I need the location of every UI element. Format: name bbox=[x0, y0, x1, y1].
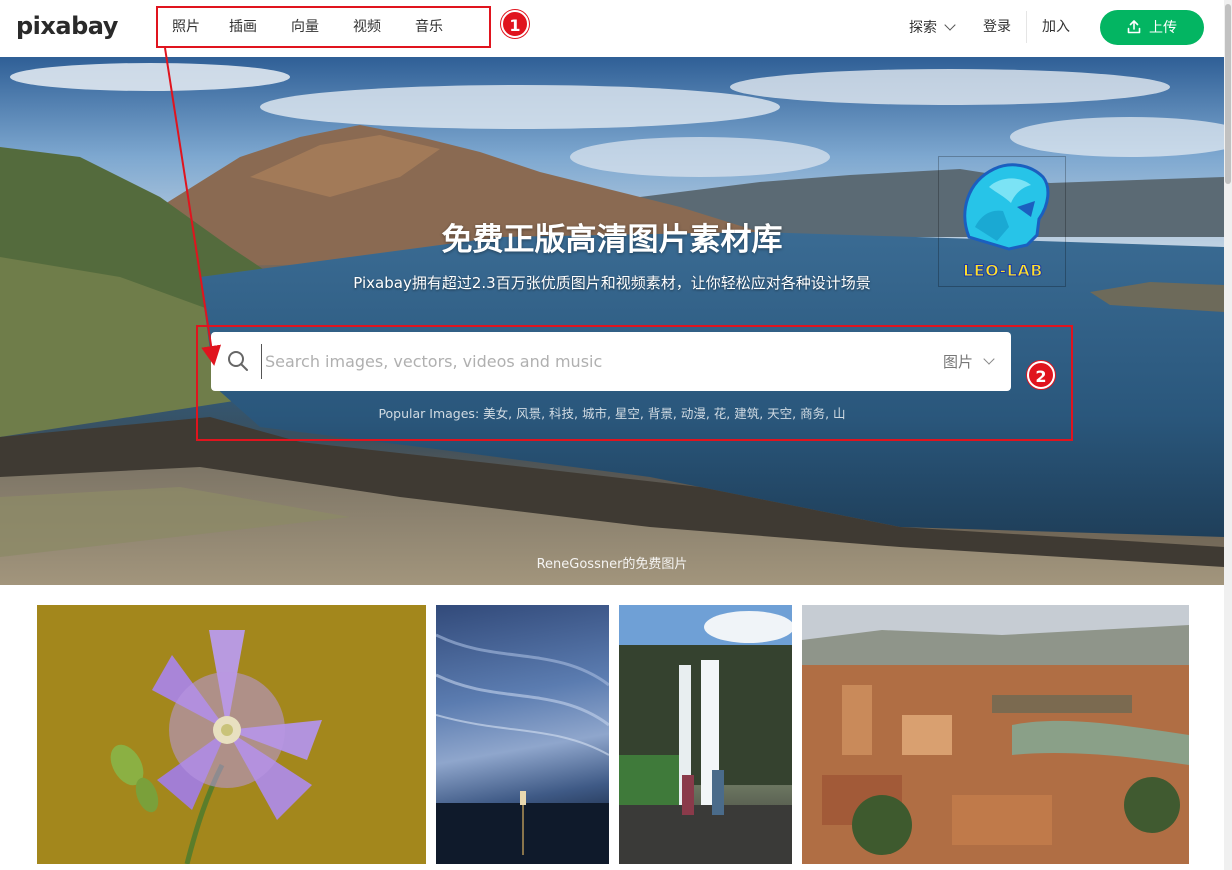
top-header: pixabay 照片 插画 向量 视频 音乐 探索 登录 加入 上传 bbox=[0, 0, 1232, 57]
gallery-image-night-sky[interactable] bbox=[436, 605, 609, 864]
nav-illustrations[interactable]: 插画 bbox=[212, 8, 274, 46]
night-sky-image bbox=[436, 633, 609, 864]
hero-title: 免费正版高清图片素材库 bbox=[441, 222, 783, 258]
popular-terms[interactable]: 美女, 风景, 科技, 城市, 星空, 背景, 动漫, 花, 建筑, 天空, 商… bbox=[483, 406, 845, 421]
upload-icon bbox=[1127, 20, 1141, 34]
hero-banner: LEO-LAB 免费正版高清图片素材库 Pixabay拥有超过2.3百万张优质图… bbox=[0, 57, 1224, 585]
account-nav: 探索 登录 加入 上传 bbox=[895, 9, 1204, 45]
upload-label: 上传 bbox=[1149, 20, 1177, 36]
nav-photos[interactable]: 照片 bbox=[160, 8, 212, 46]
page-scrollbar[interactable] bbox=[1224, 0, 1232, 870]
nav-music[interactable]: 音乐 bbox=[398, 8, 460, 46]
search-input[interactable] bbox=[261, 344, 921, 379]
search-bar: 图片 bbox=[211, 332, 1011, 391]
pixabay-logo[interactable]: pixabay bbox=[16, 12, 118, 40]
nav-videos[interactable]: 视频 bbox=[336, 8, 398, 46]
popular-searches: Popular Images: 美女, 风景, 科技, 城市, 星空, 背景, … bbox=[0, 403, 1224, 422]
nav-vectors[interactable]: 向量 bbox=[274, 8, 336, 46]
popular-label: Popular Images: bbox=[378, 406, 480, 421]
login-link[interactable]: 登录 bbox=[968, 9, 1026, 45]
join-link[interactable]: 加入 bbox=[1027, 9, 1085, 45]
photo-credit[interactable]: ReneGossner的免费图片 bbox=[0, 553, 1224, 572]
chevron-down-icon bbox=[944, 18, 956, 31]
chevron-down-icon bbox=[983, 353, 995, 365]
upload-button[interactable]: 上传 bbox=[1100, 9, 1204, 45]
waterfall-image bbox=[619, 605, 792, 864]
landscape-background bbox=[0, 57, 1224, 585]
explore-label: 探索 bbox=[909, 20, 937, 36]
search-icon[interactable] bbox=[227, 350, 249, 372]
gallery-image-flower[interactable] bbox=[37, 605, 426, 864]
hero-subtitle: Pixabay拥有超过2.3百万张优质图片和视频素材，让你轻松应对各种设计场景 bbox=[353, 274, 871, 292]
main-nav: 照片 插画 向量 视频 音乐 bbox=[160, 8, 460, 46]
media-type-select[interactable]: 图片 bbox=[942, 351, 995, 372]
gallery-image-waterfall[interactable] bbox=[619, 605, 792, 864]
explore-menu[interactable]: 探索 bbox=[895, 17, 968, 37]
scrollbar-thumb[interactable] bbox=[1225, 4, 1231, 184]
media-type-value: 图片 bbox=[942, 353, 973, 371]
annotation-badge-1: 1 bbox=[501, 10, 529, 38]
city-image bbox=[802, 605, 1189, 864]
purple-flower-image bbox=[37, 605, 426, 864]
gallery-image-city[interactable] bbox=[802, 605, 1189, 864]
annotation-badge-2: 2 bbox=[1027, 361, 1055, 389]
